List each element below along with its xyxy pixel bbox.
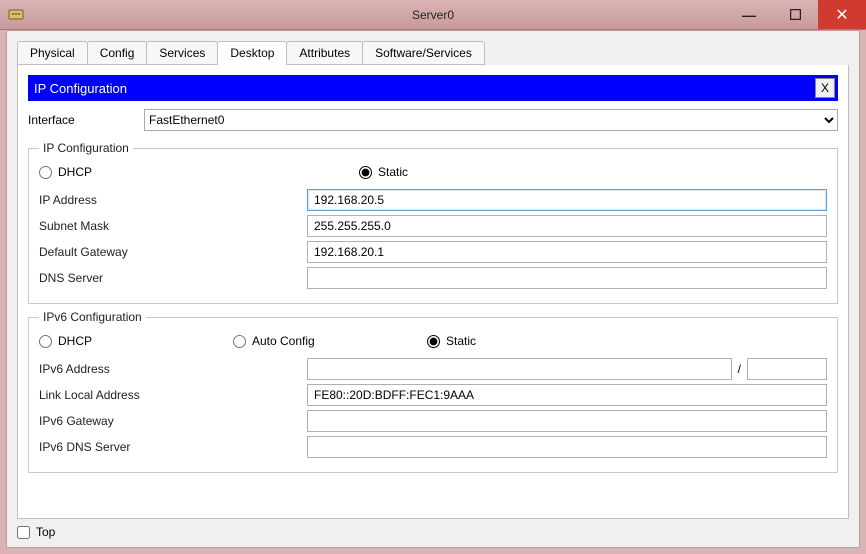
ipv4-dhcp-text: DHCP (58, 165, 92, 179)
ip-address-input[interactable] (307, 189, 827, 211)
ipv4-static-radio[interactable] (359, 166, 372, 179)
desktop-tab-panel: IP Configuration X Interface FastEtherne… (17, 65, 849, 519)
ipv6-dns-input[interactable] (307, 436, 827, 458)
ip-config-title: IP Configuration (34, 81, 127, 96)
ipv6-static-text: Static (446, 334, 476, 348)
subnet-mask-label: Subnet Mask (39, 219, 307, 233)
ipv6-dns-label: IPv6 DNS Server (39, 440, 307, 454)
top-checkbox[interactable] (17, 526, 30, 539)
main-tabs: Physical Config Services Desktop Attribu… (7, 31, 859, 65)
client-area: Physical Config Services Desktop Attribu… (6, 30, 860, 548)
ipv6-static-radio-label[interactable]: Static (427, 334, 476, 348)
ipv6-auto-text: Auto Config (252, 334, 315, 348)
interface-label: Interface (28, 113, 136, 127)
ipv6-auto-radio[interactable] (233, 335, 246, 348)
dns-server-input[interactable] (307, 267, 827, 289)
ipv4-dhcp-radio[interactable] (39, 166, 52, 179)
ipv4-static-text: Static (378, 165, 408, 179)
ipv6-prefix-slash: / (732, 362, 747, 376)
window-titlebar: Server0 ― ✕ (0, 0, 866, 30)
tab-software-services[interactable]: Software/Services (362, 41, 485, 65)
ip-address-label: IP Address (39, 193, 307, 207)
tab-services[interactable]: Services (146, 41, 218, 65)
tab-config[interactable]: Config (87, 41, 148, 65)
ipv6-prefix-input[interactable] (747, 358, 827, 380)
window-maximize-button[interactable] (772, 0, 818, 29)
tab-physical[interactable]: Physical (17, 41, 88, 65)
bottom-bar: Top (7, 519, 859, 547)
interface-select[interactable]: FastEthernet0 (144, 109, 838, 131)
dns-server-label: DNS Server (39, 271, 307, 285)
ipv4-fieldset: IP Configuration DHCP Static IP Address (28, 141, 838, 304)
ipv6-fieldset: IPv6 Configuration DHCP Auto Config Stat… (28, 310, 838, 473)
ipv4-static-radio-label[interactable]: Static (359, 165, 408, 179)
ipv4-dhcp-radio-label[interactable]: DHCP (39, 165, 299, 179)
window-minimize-button[interactable]: ― (726, 0, 772, 29)
ipv4-legend: IP Configuration (39, 141, 133, 155)
subnet-mask-input[interactable] (307, 215, 827, 237)
tab-desktop[interactable]: Desktop (217, 41, 287, 65)
default-gateway-input[interactable] (307, 241, 827, 263)
close-panel-button[interactable]: X (815, 78, 835, 98)
default-gateway-label: Default Gateway (39, 245, 307, 259)
top-checkbox-label: Top (36, 525, 55, 539)
link-local-label: Link Local Address (39, 388, 307, 402)
window-close-button[interactable]: ✕ (818, 0, 866, 29)
ipv6-legend: IPv6 Configuration (39, 310, 146, 324)
ipv6-dhcp-radio[interactable] (39, 335, 52, 348)
ipv6-address-input[interactable] (307, 358, 732, 380)
ipv6-static-radio[interactable] (427, 335, 440, 348)
tab-attributes[interactable]: Attributes (286, 41, 363, 65)
link-local-input[interactable] (307, 384, 827, 406)
ip-config-header: IP Configuration X (28, 75, 838, 101)
ipv6-dhcp-text: DHCP (58, 334, 92, 348)
ipv6-gateway-input[interactable] (307, 410, 827, 432)
ipv6-dhcp-radio-label[interactable]: DHCP (39, 334, 233, 348)
ipv6-address-label: IPv6 Address (39, 362, 307, 376)
ipv6-gateway-label: IPv6 Gateway (39, 414, 307, 428)
app-icon (8, 7, 24, 23)
ipv6-auto-radio-label[interactable]: Auto Config (233, 334, 427, 348)
